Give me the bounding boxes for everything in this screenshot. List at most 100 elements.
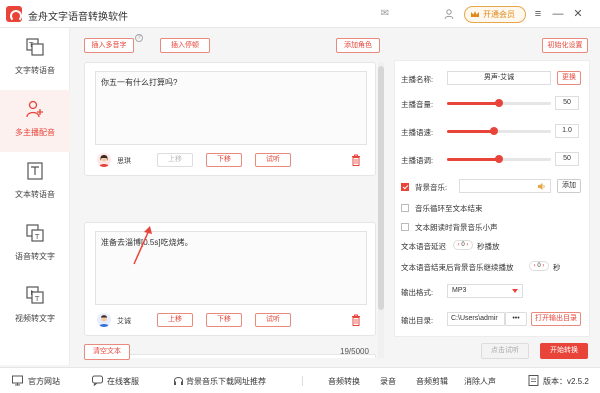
add-role-button[interactable]: 添加角色 bbox=[336, 38, 380, 53]
insert-pause-button[interactable]: 插入停顿 bbox=[160, 38, 210, 53]
delay-stepper[interactable]: ‹ 0 › bbox=[453, 240, 473, 250]
speech-to-text-icon: T bbox=[26, 224, 44, 242]
continue-unit-label: 秒 bbox=[553, 263, 561, 272]
output-dir-field[interactable]: C:\Users\admir bbox=[447, 312, 505, 326]
lower-bgm-checkbox[interactable] bbox=[401, 223, 409, 231]
scrollbar-thumb[interactable] bbox=[378, 66, 384, 310]
sidebar-item-document-to-speech[interactable]: 文本转语音 bbox=[0, 152, 70, 214]
document-to-speech-icon bbox=[27, 162, 43, 180]
move-up-button[interactable]: 上移 bbox=[157, 313, 193, 327]
version-prefix: 版本： bbox=[543, 377, 567, 386]
continue-label: 文本语音结束后背景音乐继续播放 bbox=[401, 263, 514, 272]
audio-convert-link[interactable]: 音频转换 bbox=[328, 376, 360, 387]
user-icon[interactable] bbox=[444, 9, 454, 20]
listen-button[interactable]: 试听 bbox=[255, 313, 291, 327]
anchor-name-field[interactable]: 男声-艾诚 bbox=[447, 71, 551, 85]
speaker-icon[interactable] bbox=[537, 182, 546, 191]
help-icon[interactable]: ? bbox=[135, 34, 143, 42]
pitch-label: 主播语调: bbox=[401, 156, 434, 165]
monitor-icon bbox=[12, 375, 23, 386]
slider-knob[interactable] bbox=[495, 99, 503, 107]
clear-text-button[interactable]: 清空文本 bbox=[84, 344, 130, 360]
trash-icon[interactable] bbox=[351, 314, 361, 326]
sidebar-item-speech-to-text[interactable]: T 语音转文字 bbox=[0, 214, 70, 276]
pitch-slider[interactable] bbox=[447, 155, 551, 163]
vip-label: 开通会员 bbox=[483, 10, 515, 19]
app-logo-icon bbox=[6, 6, 22, 22]
sidebar-item-label: 多主播配音 bbox=[15, 128, 55, 137]
format-label: 输出格式: bbox=[401, 288, 434, 297]
record-link[interactable]: 录音 bbox=[380, 376, 396, 387]
volume-label: 主播音量: bbox=[401, 100, 434, 109]
crown-icon bbox=[471, 11, 479, 17]
move-down-button[interactable]: 下移 bbox=[206, 153, 242, 167]
slider-fill bbox=[447, 130, 494, 133]
change-anchor-button[interactable]: 更换 bbox=[557, 71, 581, 85]
annotation-arrow bbox=[133, 226, 152, 265]
text-to-speech-icon: T bbox=[26, 38, 44, 56]
move-up-button[interactable]: 上移 bbox=[157, 153, 193, 167]
pitch-value[interactable]: 50 bbox=[555, 152, 579, 166]
svg-text:T: T bbox=[34, 295, 40, 303]
sidebar-item-text-to-speech[interactable]: T 文字转语音 bbox=[0, 28, 70, 90]
open-output-dir-button[interactable]: 打开输出目录 bbox=[531, 312, 581, 326]
slider-knob[interactable] bbox=[495, 155, 503, 163]
sidebar-item-label: 文字转语音 bbox=[15, 66, 55, 75]
remove-voice-link[interactable]: 消除人声 bbox=[464, 376, 496, 387]
bgm-file-field[interactable] bbox=[459, 179, 551, 193]
sidebar-item-video-to-text[interactable]: T 视频转文字 bbox=[0, 276, 70, 338]
version-icon bbox=[528, 375, 539, 386]
headphones-icon bbox=[174, 377, 183, 385]
loop-bgm-label: 音乐循环至文本结束 bbox=[415, 204, 483, 213]
char-counter: 19/5000 bbox=[340, 347, 369, 356]
slider-knob[interactable] bbox=[489, 127, 498, 135]
volume-value[interactable]: 50 bbox=[555, 96, 579, 110]
multi-anchor-icon bbox=[26, 100, 43, 118]
bgm-checkbox[interactable] bbox=[401, 183, 409, 191]
add-bgm-button[interactable]: 添加 bbox=[557, 179, 581, 193]
trash-icon[interactable] bbox=[351, 154, 361, 166]
minimize-icon[interactable]: — bbox=[552, 6, 564, 22]
divider bbox=[302, 376, 303, 386]
sidebar-item-label: 文本转语音 bbox=[15, 190, 55, 199]
online-service-link[interactable]: 在线客服 bbox=[107, 376, 139, 387]
speed-value[interactable]: 1.0 bbox=[555, 124, 579, 138]
init-settings-button[interactable]: 初始化设置 bbox=[542, 38, 588, 53]
browse-dir-button[interactable]: ••• bbox=[505, 312, 527, 326]
avatar bbox=[97, 313, 111, 327]
video-to-text-icon: T bbox=[26, 286, 44, 304]
format-select[interactable]: MP3 bbox=[447, 284, 523, 298]
version-label: 版本：v2.5.2 bbox=[543, 376, 589, 387]
sidebar-item-label: 视频转文字 bbox=[15, 314, 55, 323]
listen-button[interactable]: 试听 bbox=[255, 153, 291, 167]
speaker-name: 艾诚 bbox=[117, 318, 131, 325]
close-icon[interactable]: ✕ bbox=[572, 6, 584, 22]
avatar bbox=[97, 153, 111, 167]
speaker-name: 思琪 bbox=[117, 158, 131, 165]
continue-stepper[interactable]: ‹ 0 › bbox=[529, 261, 549, 271]
message-icon[interactable]: ✉ bbox=[380, 9, 390, 19]
continue-value: 0 bbox=[537, 263, 541, 269]
preview-button[interactable]: 点击试听 bbox=[481, 343, 529, 359]
menu-icon[interactable]: ≡ bbox=[532, 6, 544, 22]
speed-slider[interactable] bbox=[447, 127, 551, 135]
title-bar: 金舟文字语音转换软件 ✉ 开通会员 ≡ — ✕ bbox=[0, 0, 600, 28]
dialogue-list[interactable]: 你五一有什么打算吗? 思琪 上移 下移 试听 准备去淄博[0.5s]吃烧烤。 艾… bbox=[84, 62, 386, 358]
version-number: v2.5.2 bbox=[567, 377, 589, 386]
svg-text:T: T bbox=[34, 233, 40, 241]
audio-cut-link[interactable]: 音频剪辑 bbox=[416, 376, 448, 387]
app-title: 金舟文字语音转换软件 bbox=[28, 12, 128, 23]
loop-bgm-checkbox[interactable] bbox=[401, 204, 409, 212]
vip-button[interactable]: 开通会员 bbox=[464, 6, 526, 23]
dialogue-text-input[interactable]: 你五一有什么打算吗? bbox=[95, 71, 367, 145]
official-site-link[interactable]: 官方网站 bbox=[28, 376, 60, 387]
start-convert-button[interactable]: 开始转换 bbox=[540, 343, 588, 359]
scrollbar[interactable] bbox=[378, 62, 384, 358]
volume-slider[interactable] bbox=[447, 99, 551, 107]
bgm-recommend-link[interactable]: 背景音乐下载网址推荐 bbox=[186, 376, 266, 387]
speed-label: 主播语速: bbox=[401, 128, 434, 137]
insert-polyphone-button[interactable]: 插入多音字 bbox=[84, 38, 134, 53]
sidebar-item-multi-anchor[interactable]: 多主播配音 bbox=[0, 90, 70, 152]
dir-label: 输出目录: bbox=[401, 316, 434, 325]
move-down-button[interactable]: 下移 bbox=[206, 313, 242, 327]
